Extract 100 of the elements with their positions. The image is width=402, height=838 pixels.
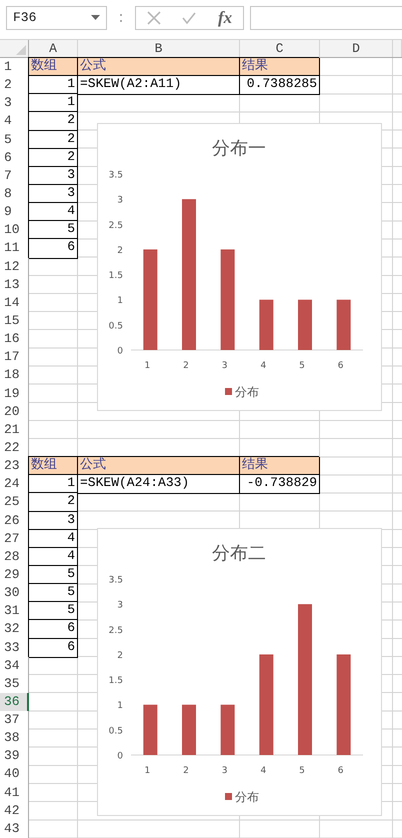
number-cell[interactable]: 3 [29,184,78,204]
axis-tick-label: 2 [117,246,123,256]
formula-cell[interactable]: =SKEW(A2:A11) [78,76,240,96]
row-header[interactable]: 10 [0,221,29,240]
row-header[interactable]: 24 [0,475,29,494]
row-header[interactable]: 23 [0,457,29,476]
bar [220,704,235,755]
table-header-cell[interactable]: 结果 [240,58,320,78]
row-header[interactable]: 21 [0,420,29,440]
row-header[interactable]: 25 [0,493,29,513]
axis-tick-label: 0.5 [108,321,123,332]
row-header[interactable]: 20 [0,402,29,422]
axis-tick-label: 1.5 [108,676,123,686]
row-header[interactable]: 18 [0,366,29,386]
legend-swatch-icon [225,793,232,800]
row-header[interactable]: 30 [0,584,29,604]
row-header[interactable]: 40 [0,765,29,785]
axis-tick-label: 2 [117,650,123,661]
number-cell[interactable]: 4 [29,548,78,567]
row-header[interactable]: 3 [0,94,29,114]
number-cell[interactable]: 6 [29,239,78,259]
row-header[interactable]: 17 [0,348,29,368]
row-header[interactable]: 11 [0,239,29,259]
row-header[interactable]: 35 [0,674,29,694]
axis-tick-label: 2.5 [108,220,123,231]
category-label: 3 [222,766,228,776]
number-cell[interactable]: 5 [29,584,78,604]
number-cell[interactable]: 2 [29,112,78,132]
number-cell[interactable]: 3 [29,166,78,186]
row-header[interactable]: 41 [0,784,29,803]
checkmark-icon[interactable] [182,10,196,24]
select-all-icon[interactable] [16,45,26,55]
bar [182,704,196,755]
number-cell[interactable]: 6 [29,620,78,640]
number-cell[interactable]: 5 [29,602,78,622]
column-header[interactable]: D [320,40,393,57]
row-header[interactable]: 27 [0,530,29,549]
number-cell[interactable]: -0.738829 [240,475,320,494]
row-header[interactable]: 6 [0,148,29,168]
row-header[interactable]: 37 [0,711,29,730]
row-header[interactable]: 15 [0,312,29,332]
number-cell[interactable]: 2 [29,148,78,168]
category-label: 2 [183,361,189,371]
row-header[interactable]: 42 [0,802,29,821]
row-header[interactable]: 16 [0,330,29,350]
axis-tick-label: 2.5 [108,626,123,636]
category-label: 4 [260,361,266,371]
number-cell[interactable]: 0.7388285 [240,76,320,96]
category-label: 5 [299,361,305,371]
row-header[interactable]: 38 [0,729,29,748]
number-cell[interactable]: 4 [29,530,78,549]
axis-tick-label: 0 [117,346,123,356]
formula-input-field[interactable] [250,6,402,30]
row-header[interactable]: 13 [0,276,29,295]
row-header[interactable]: 36 [0,692,29,712]
number-cell[interactable]: 2 [29,493,78,513]
number-cell[interactable]: 6 [29,638,78,658]
category-label: 4 [260,766,266,776]
table-header-cell[interactable]: 结果 [240,457,320,476]
legend-swatch-icon [225,388,232,395]
axis-tick-label: 1 [117,296,123,306]
row-header[interactable]: 39 [0,747,29,766]
drag-handle-icon[interactable] [119,12,123,24]
row-header[interactable]: 31 [0,602,29,622]
category-label: 1 [144,766,150,776]
formula-cell[interactable]: =SKEW(A24:A33) [78,475,240,494]
row-header[interactable]: 12 [0,258,29,277]
name-box[interactable]: F36 [6,6,107,30]
row-header[interactable]: 19 [0,384,29,404]
row-header[interactable]: 28 [0,548,29,567]
axis-tick-label: 3.5 [108,576,123,586]
axis-tick-label: 3 [117,196,123,206]
legend-label: 分布 [235,385,259,399]
number-cell[interactable]: 2 [29,130,78,150]
row-header[interactable]: 4 [0,112,29,132]
number-cell[interactable]: 3 [29,512,78,531]
number-cell[interactable]: 4 [29,203,78,222]
axis-tick-label: 1.5 [108,271,123,282]
row-header[interactable]: 9 [0,203,29,222]
chart-title: 分布一 [212,138,266,159]
axis-tick-label: 3.5 [108,170,123,180]
close-icon[interactable] [146,10,161,24]
axis-tick-label: 0 [117,752,123,762]
number-cell[interactable]: 5 [29,566,78,586]
insert-function-button[interactable]: fx [218,8,232,28]
number-cell[interactable]: 1 [29,94,78,114]
row-header[interactable]: 33 [0,638,29,658]
row-header[interactable]: 32 [0,620,29,640]
row-header[interactable]: 34 [0,656,29,676]
chart-title: 分布二 [212,543,266,564]
legend-label: 分布 [235,790,259,804]
row-header[interactable]: 2 [0,76,29,96]
row-header[interactable]: 5 [0,130,29,150]
number-cell[interactable]: 5 [29,221,78,240]
axis-tick-label: 3 [117,600,123,611]
bar [298,300,312,350]
row-header[interactable]: 43 [0,820,29,838]
dropdown-caret-icon[interactable] [91,15,100,20]
row-header[interactable]: 26 [0,512,29,531]
row-header[interactable]: 14 [0,294,29,313]
